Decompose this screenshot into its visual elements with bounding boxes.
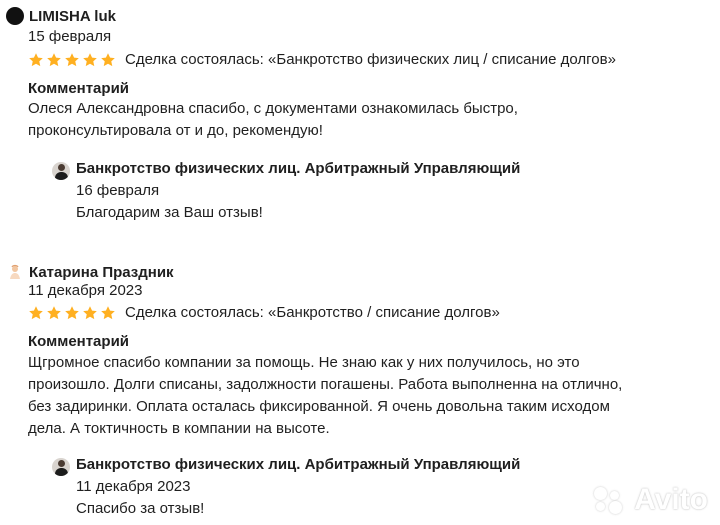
star-icon [47, 305, 61, 319]
avatar[interactable] [52, 458, 70, 476]
avatar[interactable] [6, 7, 24, 25]
comment-text: Олеся Александровна спасибо, с документа… [28, 98, 708, 142]
review-date: 15 февраля [28, 28, 112, 45]
star-icon [83, 52, 97, 66]
star-icon [101, 52, 115, 66]
reply-date: 16 февраля [76, 182, 160, 199]
reply-text: Благодарим за Ваш отзыв! [76, 204, 263, 221]
review-author[interactable]: LIMISHA luk [6, 6, 116, 26]
review-author[interactable]: Катарина Праздник [6, 262, 174, 282]
comment-text: Щгромное спасибо компании за помощь. Не … [28, 352, 708, 440]
author-name[interactable]: Катарина Праздник [29, 264, 174, 281]
star-icon [65, 305, 79, 319]
rating-stars: Сделка состоялась: «Банкротство физическ… [28, 51, 616, 68]
comment-label: Комментарий [28, 80, 130, 97]
star-icon [101, 305, 115, 319]
reply-author[interactable]: Банкротство физических лиц. Арбитражный … [76, 160, 520, 177]
comment-line: дела. А токтичность в компании на высоте… [28, 420, 330, 437]
reply-author[interactable]: Банкротство физических лиц. Арбитражный … [76, 456, 520, 473]
deal-info: Сделка состоялась: «Банкротство / списан… [125, 304, 500, 321]
comment-line: без задиринки. Оплата осталась фиксирова… [28, 398, 610, 415]
avatar-icon [10, 264, 20, 279]
comment-line: Щгромное спасибо компании за помощь. Не … [28, 354, 580, 371]
star-icon [29, 52, 43, 66]
avatar[interactable] [52, 162, 70, 180]
star-icon [65, 52, 79, 66]
avito-watermark: Avito [592, 483, 708, 517]
rating-stars: Сделка состоялась: «Банкротство / списан… [28, 304, 500, 321]
star-icon [29, 305, 43, 319]
comment-line: произошло. Долги списаны, задолжности по… [28, 376, 623, 393]
avatar[interactable] [6, 263, 24, 281]
watermark-text: Avito [634, 483, 708, 516]
star-icon [47, 52, 61, 66]
reply-text: Спасибо за отзыв! [76, 500, 205, 517]
author-name[interactable]: LIMISHA luk [29, 8, 116, 25]
star-icon [83, 305, 97, 319]
review-date: 11 декабря 2023 [28, 282, 143, 299]
avito-logo-icon [592, 485, 628, 515]
comment-line: проконсультировала от и до, рекомендую! [28, 122, 323, 139]
comment-label: Комментарий [28, 333, 130, 350]
reply-date: 11 декабря 2023 [76, 478, 191, 495]
deal-info: Сделка состоялась: «Банкротство физическ… [125, 51, 616, 68]
comment-line: Олеся Александровна спасибо, с документа… [28, 100, 518, 117]
